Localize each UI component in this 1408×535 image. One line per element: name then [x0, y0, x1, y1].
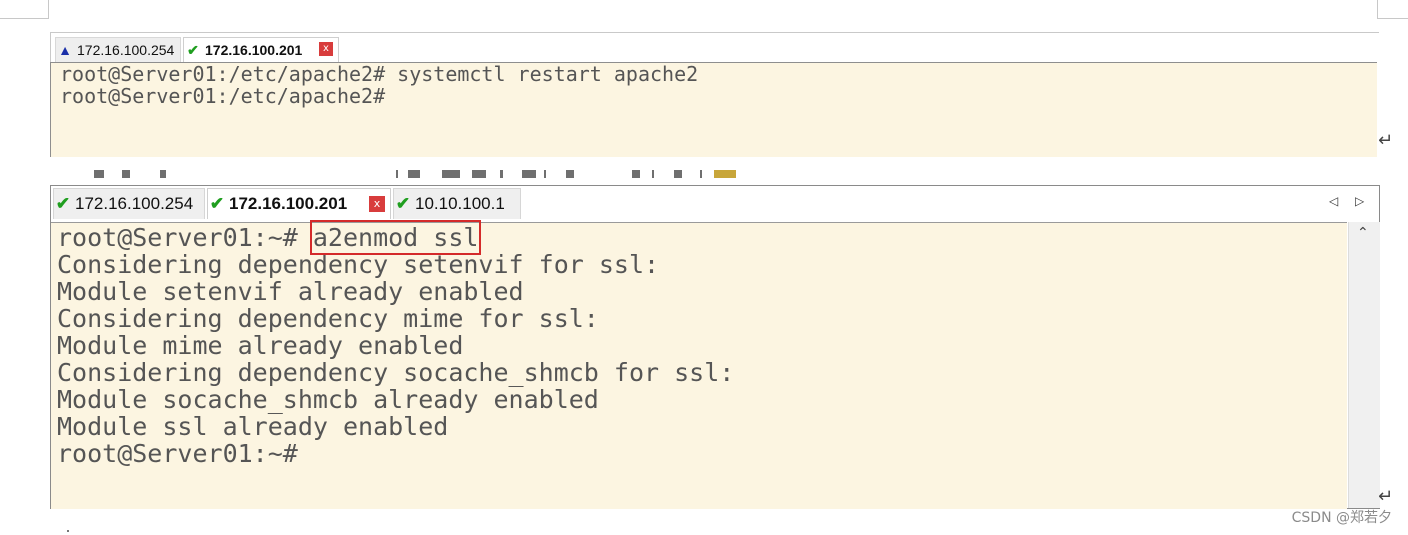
terminal-line: Module mime already enabled	[57, 331, 464, 360]
tab-label: 172.16.100.254	[77, 42, 175, 58]
terminal-line: Considering dependency setenvif for ssl:	[57, 250, 660, 279]
close-tab-icon[interactable]: x	[319, 42, 333, 56]
bottom-tab-10-10-100-1[interactable]: ✔ 10.10.100.1	[393, 188, 521, 219]
check-icon: ✔	[395, 194, 411, 213]
prompt: root@Server01:~#	[57, 223, 313, 252]
tab-label: 10.10.100.1	[415, 194, 505, 213]
bottom-tab-172-16-100-254[interactable]: ✔ 172.16.100.254	[53, 188, 205, 219]
terminal-line: root@Server01:~#	[57, 439, 298, 468]
top-tab-172-16-100-254[interactable]: ▲ 172.16.100.254	[55, 37, 181, 62]
warning-icon: ▲	[58, 42, 72, 58]
terminal-line: Module socache_shmcb already enabled	[57, 385, 599, 414]
vertical-scrollbar[interactable]: ⌃	[1348, 222, 1380, 508]
top-terminal-output[interactable]: root@Server01:/etc/apache2# systemctl re…	[50, 62, 1377, 157]
tab-label: 172.16.100.254	[75, 194, 194, 213]
watermark: CSDN @郑若夕	[1291, 510, 1392, 526]
scroll-up-icon[interactable]: ⌃	[1357, 225, 1369, 241]
cropped-toolbar-strip	[60, 170, 760, 178]
top-tab-bar: ▲ 172.16.100.254 ✔ 172.16.100.201 x	[50, 32, 1379, 63]
stray-dot	[67, 530, 69, 532]
page-corner-mark-top-left	[0, 0, 49, 19]
terminal-line: root@Server01:/etc/apache2# systemctl re…	[60, 62, 699, 86]
check-icon: ✔	[187, 41, 199, 58]
tab-label: 172.16.100.201	[205, 42, 303, 58]
bottom-tab-172-16-100-201[interactable]: ✔ 172.16.100.201	[207, 188, 391, 219]
top-terminal-window: ▲ 172.16.100.254 ✔ 172.16.100.201 x root…	[50, 32, 1379, 157]
tab-scroll-right-icon[interactable]: ▷	[1355, 194, 1364, 208]
bottom-tab-bar: ✔ 172.16.100.254 ✔ 172.16.100.201 x ✔ 10…	[51, 186, 1379, 220]
terminal-command-line: root@Server01:~# a2enmod ssl	[51, 220, 1347, 255]
terminal-line: Considering dependency socache_shmcb for…	[57, 358, 735, 387]
paragraph-mark-icon: ↵	[1378, 486, 1394, 507]
highlighted-command: a2enmod ssl	[309, 220, 482, 255]
close-tab-icon[interactable]: x	[369, 196, 385, 212]
bottom-terminal-window: ✔ 172.16.100.254 ✔ 172.16.100.201 x ✔ 10…	[50, 185, 1380, 509]
terminal-line: root@Server01:/etc/apache2#	[60, 84, 386, 108]
page-corner-mark-top-right	[1377, 0, 1408, 19]
terminal-line: Module ssl already enabled	[57, 412, 449, 441]
check-icon: ✔	[209, 194, 225, 213]
top-tab-172-16-100-201[interactable]: ✔ 172.16.100.201	[183, 37, 339, 62]
terminal-line: Considering dependency mime for ssl:	[57, 304, 599, 333]
tab-scroll-left-icon[interactable]: ◁	[1329, 194, 1338, 208]
check-icon: ✔	[55, 194, 71, 213]
paragraph-mark-icon: ↵	[1378, 130, 1394, 151]
terminal-line: Module setenvif already enabled	[57, 277, 524, 306]
tab-label: 172.16.100.201	[229, 194, 348, 213]
bottom-terminal-output[interactable]: root@Server01:~# a2enmod ssl Considering…	[51, 220, 1347, 509]
